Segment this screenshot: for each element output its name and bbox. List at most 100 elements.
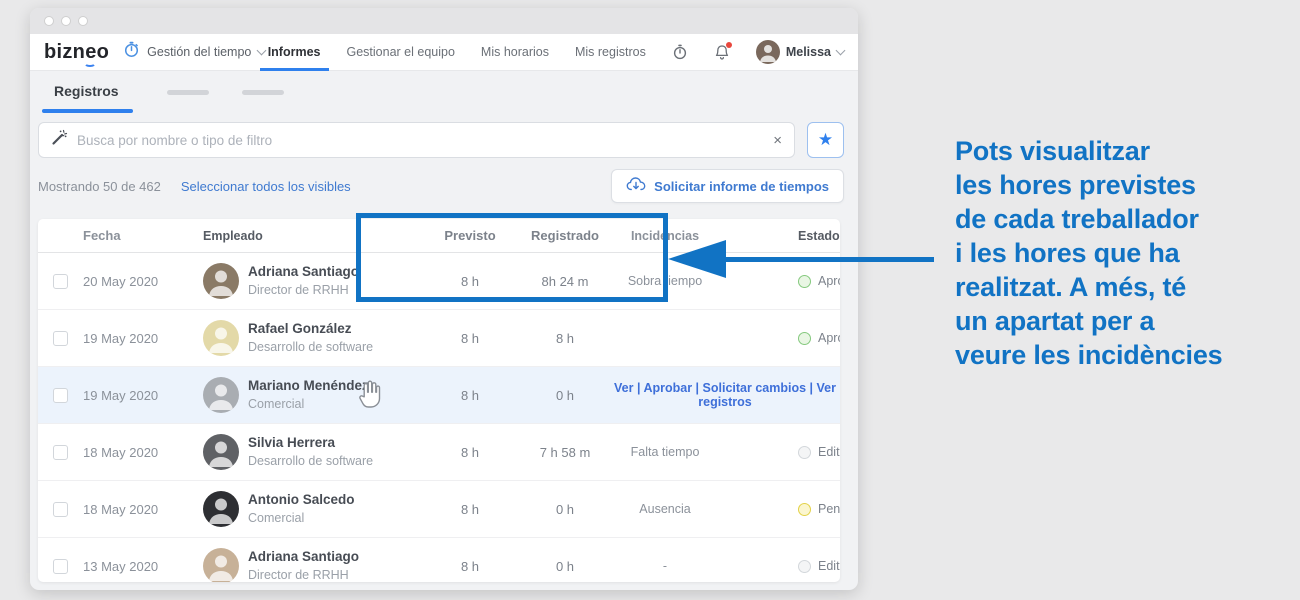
user-avatar bbox=[755, 40, 780, 64]
cell-previsto: 8 h bbox=[460, 273, 480, 289]
clear-search-icon[interactable]: × bbox=[773, 133, 782, 148]
employee-avatar bbox=[203, 320, 239, 356]
row-checkbox[interactable] bbox=[53, 387, 68, 403]
desktop-background: bizneo Gestión del tiempo Informes Gesti… bbox=[0, 0, 1300, 600]
search-box: × bbox=[38, 122, 795, 158]
employee-avatar bbox=[203, 263, 239, 299]
window-close-button[interactable] bbox=[44, 16, 54, 26]
annotation-line: un apartat per a bbox=[955, 306, 1155, 336]
window-zoom-button[interactable] bbox=[78, 16, 88, 26]
column-header-registrado: Registrado bbox=[531, 228, 599, 243]
annotation-line: les hores previstes bbox=[955, 170, 1196, 200]
row-checkbox[interactable] bbox=[53, 444, 68, 460]
cell-registrado: 8 h bbox=[555, 330, 575, 346]
cell-date: 19 May 2020 bbox=[83, 330, 159, 346]
annotation-line: Pots visualitzar bbox=[955, 136, 1150, 166]
request-report-button[interactable]: Solicitar informe de tiempos bbox=[611, 169, 844, 203]
window-titlebar bbox=[30, 8, 858, 34]
table-row[interactable]: 13 May 2020 Adriana Santiago Director de… bbox=[38, 538, 840, 582]
favorite-filter-button[interactable]: ★ bbox=[807, 122, 844, 158]
annotation-line: realitzat. A més, té bbox=[955, 272, 1187, 302]
logo-text: bizneo bbox=[44, 40, 110, 63]
employee-name: Mariano Menéndez bbox=[248, 378, 369, 394]
cell-date: 13 May 2020 bbox=[83, 558, 159, 574]
table-row[interactable]: 18 May 2020 Antonio Salcedo Comercial 8 … bbox=[38, 481, 840, 538]
notification-badge bbox=[725, 41, 732, 48]
status-dot bbox=[798, 502, 811, 516]
hand-cursor-icon bbox=[358, 378, 385, 414]
clock-icon[interactable] bbox=[672, 44, 688, 60]
table-row-highlighted[interactable]: 19 May 2020 Mariano Menéndez Comercial 8… bbox=[38, 367, 840, 424]
tab-registros[interactable]: Registros bbox=[42, 83, 133, 113]
employee-avatar bbox=[203, 548, 239, 582]
cell-date: 18 May 2020 bbox=[83, 501, 159, 517]
cell-previsto: 8 h bbox=[460, 558, 480, 574]
cell-incidencias: - bbox=[662, 559, 668, 573]
table-row[interactable]: 18 May 2020 Silvia Herrera Desarrollo de… bbox=[38, 424, 840, 481]
employee-role: Director de RRHH bbox=[248, 567, 349, 582]
nav-item-mis-horarios[interactable]: Mis horarios bbox=[481, 45, 549, 59]
table-row[interactable]: 19 May 2020 Rafael González Desarrollo d… bbox=[38, 310, 840, 367]
chevron-down-icon bbox=[835, 45, 846, 56]
row-checkbox[interactable] bbox=[53, 330, 68, 346]
cell-registrado: 0 h bbox=[555, 387, 575, 403]
notifications-bell-icon[interactable] bbox=[714, 41, 732, 61]
employee-role: Desarrollo de software bbox=[248, 339, 374, 354]
cell-registrado: 0 h bbox=[555, 501, 575, 517]
status-dot bbox=[798, 274, 811, 288]
row-action-links[interactable]: Ver | Aprobar | Solicitar cambios | Ver … bbox=[610, 381, 840, 409]
product-switcher[interactable]: Gestión del tiempo bbox=[123, 41, 267, 63]
window-minimize-button[interactable] bbox=[61, 16, 71, 26]
column-header-estado: Estado bbox=[798, 228, 840, 243]
results-count: Mostrando 50 de 462 bbox=[38, 178, 161, 194]
request-report-label: Solicitar informe de tiempos bbox=[654, 178, 829, 194]
status-dot bbox=[798, 445, 811, 459]
select-all-link[interactable]: Seleccionar todos los visibles bbox=[181, 179, 351, 194]
magic-wand-icon bbox=[51, 129, 68, 151]
search-input[interactable] bbox=[77, 132, 765, 148]
tab-placeholder[interactable] bbox=[166, 89, 209, 95]
employee-name: Adriana Santiago bbox=[248, 264, 360, 280]
cell-previsto: 8 h bbox=[460, 444, 480, 460]
product-label: Gestión del tiempo bbox=[147, 45, 252, 59]
cell-date: 20 May 2020 bbox=[83, 273, 159, 289]
cell-registrado: 0 h bbox=[555, 558, 575, 574]
column-header-previsto: Previsto bbox=[444, 228, 496, 243]
annotation-text: Pots visualitzar les hores previstes de … bbox=[955, 134, 1255, 372]
employee-name: Adriana Santiago bbox=[248, 549, 360, 565]
employee-role: Comercial bbox=[248, 396, 305, 411]
employee-avatar bbox=[203, 434, 239, 470]
annotation-line: de cada treballador bbox=[955, 204, 1199, 234]
row-checkbox[interactable] bbox=[53, 273, 68, 289]
status-label: Pendiente bbox=[818, 502, 840, 516]
cell-incidencias: Ausencia bbox=[639, 502, 691, 516]
row-checkbox[interactable] bbox=[53, 501, 68, 517]
chevron-down-icon bbox=[256, 45, 267, 56]
tab-bar: Registros bbox=[30, 71, 858, 113]
tab-placeholder[interactable] bbox=[241, 89, 284, 95]
employee-name: Silvia Herrera bbox=[248, 435, 336, 451]
employee-role: Comercial bbox=[248, 510, 305, 525]
bizneo-logo[interactable]: bizneo bbox=[44, 40, 110, 67]
annotation-line: i les hores que ha bbox=[955, 238, 1180, 268]
nav-item-gestionar-equipo[interactable]: Gestionar el equipo bbox=[347, 45, 455, 59]
status-dot bbox=[798, 331, 811, 345]
status-dot bbox=[798, 559, 811, 573]
nav-item-informes[interactable]: Informes bbox=[259, 45, 329, 71]
status-label: Aprobado bbox=[818, 274, 840, 288]
cell-registrado: 8h 24 m bbox=[541, 273, 589, 289]
user-menu[interactable]: Melissa bbox=[755, 40, 846, 64]
cell-date: 19 May 2020 bbox=[83, 387, 159, 403]
cloud-download-icon bbox=[626, 176, 646, 197]
employee-avatar bbox=[203, 491, 239, 527]
status-label: Editable bbox=[818, 559, 840, 573]
row-checkbox[interactable] bbox=[53, 558, 68, 574]
employee-avatar bbox=[203, 377, 239, 413]
nav-item-mis-registros[interactable]: Mis registros bbox=[575, 45, 646, 59]
user-name: Melissa bbox=[785, 45, 831, 59]
results-toolbar: Mostrando 50 de 462 Seleccionar todos lo… bbox=[38, 166, 844, 206]
star-icon: ★ bbox=[817, 130, 834, 149]
cell-registrado: 7 h 58 m bbox=[539, 444, 591, 460]
annotation-arrow-line bbox=[716, 257, 934, 262]
cell-incidencias: Falta tiempo bbox=[630, 445, 700, 459]
